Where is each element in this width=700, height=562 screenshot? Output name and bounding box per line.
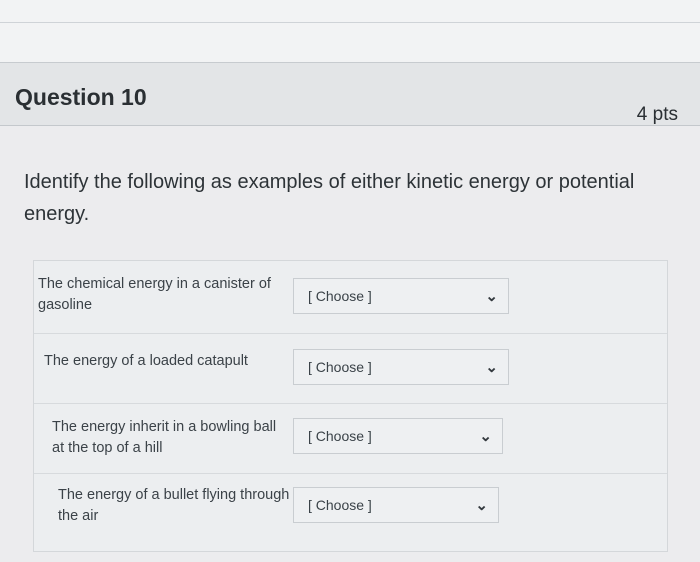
- chevron-down-icon: ⌄: [485, 359, 498, 376]
- answer-row: The energy inherit in a bowling ball at …: [34, 403, 667, 474]
- answer-select-value: [ Choose ]: [308, 359, 372, 375]
- answer-label: The energy of a bullet flying through th…: [58, 487, 290, 524]
- answer-label: The energy inherit in a bowling ball at …: [52, 419, 277, 456]
- answer-row: The chemical energy in a canister of gas…: [34, 261, 667, 334]
- question-prompt: Identify the following as examples of ei…: [24, 171, 635, 225]
- answer-select[interactable]: [ Choose ] ⌄: [293, 349, 509, 385]
- answer-select-value: [ Choose ]: [308, 288, 372, 304]
- chevron-down-icon: ⌄: [475, 497, 488, 514]
- question-points: 4 pts: [636, 104, 678, 125]
- answer-label: The energy of a loaded catapult: [44, 353, 248, 369]
- chevron-down-icon: ⌄: [479, 428, 492, 445]
- answer-label: The chemical energy in a canister of gas…: [38, 276, 271, 313]
- answer-select-value: [ Choose ]: [308, 428, 372, 444]
- question-title: Question 10: [15, 84, 147, 110]
- answer-row: The energy of a loaded catapult [ Choose…: [34, 333, 667, 404]
- chevron-down-icon: ⌄: [485, 288, 498, 305]
- answer-select[interactable]: [ Choose ] ⌄: [293, 418, 503, 454]
- answer-select[interactable]: [ Choose ] ⌄: [293, 487, 499, 523]
- matching-answers: The chemical energy in a canister of gas…: [33, 260, 668, 552]
- answer-select[interactable]: [ Choose ] ⌄: [293, 278, 509, 314]
- answer-row: The energy of a bullet flying through th…: [34, 473, 667, 551]
- answer-select-value: [ Choose ]: [308, 497, 372, 513]
- divider: [0, 22, 700, 23]
- previous-question-area: [0, 0, 700, 63]
